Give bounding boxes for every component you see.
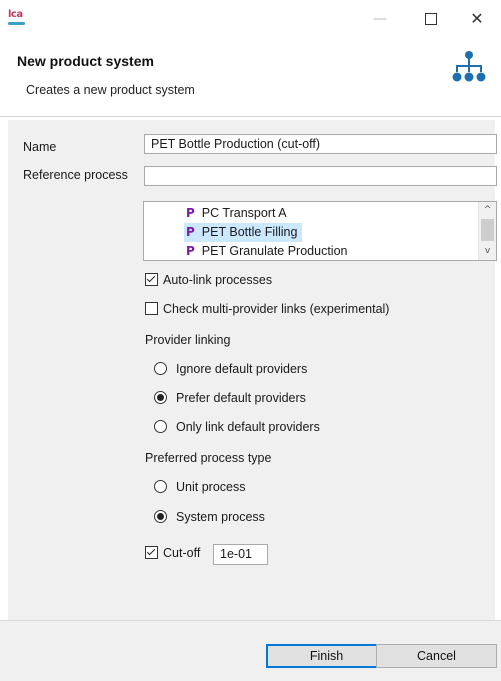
scroll-thumb[interactable]	[481, 219, 494, 241]
minimize-button[interactable]: —	[365, 8, 395, 30]
process-type-heading: Preferred process type	[145, 451, 272, 465]
dialog-title: New product system	[17, 53, 154, 69]
dialog-body: Name PET Bottle Production (cut-off) Ref…	[8, 120, 497, 620]
header-divider	[0, 116, 501, 117]
list-item-label: PET Bottle Filling	[201, 225, 298, 239]
list-scrollbar[interactable]: ^ v	[478, 202, 496, 260]
reference-process-label: Reference process	[23, 168, 128, 182]
list-item[interactable]: P PC Transport A	[184, 204, 292, 223]
radio-ignore-default-providers[interactable]: Ignore default providers	[154, 360, 307, 378]
radio-label: System process	[176, 510, 265, 524]
app-logo-icon: lca	[8, 9, 25, 25]
list-item-label: PC Transport A	[201, 206, 287, 220]
close-button[interactable]: ✕	[462, 8, 492, 30]
radio-on-icon[interactable]	[154, 510, 167, 523]
radio-only-link-default-providers[interactable]: Only link default providers	[154, 418, 320, 436]
list-item-selected[interactable]: P PET Bottle Filling	[184, 223, 303, 242]
list-item-label: PET Granulate Production	[201, 244, 348, 258]
finish-button[interactable]: Finish	[266, 644, 387, 668]
radio-off-icon[interactable]	[154, 362, 167, 375]
radio-system-process[interactable]: System process	[154, 508, 265, 526]
process-icon: P	[186, 225, 195, 239]
radio-label: Only link default providers	[176, 420, 320, 434]
name-input[interactable]: PET Bottle Production (cut-off)	[144, 134, 497, 154]
radio-unit-process[interactable]: Unit process	[154, 478, 245, 496]
radio-label: Prefer default providers	[176, 391, 306, 405]
multi-provider-checkbox[interactable]: Check multi-provider links (experimental…	[145, 300, 389, 318]
name-label: Name	[23, 140, 57, 154]
radio-label: Unit process	[176, 480, 246, 494]
list-item[interactable]: P PET Granulate Production	[184, 242, 352, 260]
dialog-subtitle: Creates a new product system	[26, 83, 195, 97]
checkbox-unchecked-icon[interactable]	[145, 302, 158, 315]
process-icon: P	[186, 206, 195, 220]
radio-label: Ignore default providers	[176, 362, 308, 376]
cancel-button[interactable]: Cancel	[376, 644, 497, 668]
maximize-button[interactable]	[416, 8, 446, 30]
auto-link-checkbox[interactable]: Auto-link processes	[145, 271, 272, 289]
window-titlebar: lca — ✕	[0, 0, 501, 38]
multi-provider-label: Check multi-provider links (experimental…	[163, 302, 390, 316]
checkbox-checked-icon[interactable]	[145, 273, 158, 286]
radio-off-icon[interactable]	[154, 420, 167, 433]
scroll-up-icon[interactable]: ^	[479, 203, 496, 218]
product-system-tree-icon	[452, 51, 486, 82]
scroll-down-icon[interactable]: v	[479, 244, 496, 259]
auto-link-label: Auto-link processes	[163, 273, 273, 287]
process-icon: P	[186, 244, 195, 258]
checkbox-checked-icon[interactable]	[145, 546, 158, 559]
process-list[interactable]: P PC Transport A P PET Bottle Filling P PET…	[143, 201, 497, 261]
cutoff-checkbox[interactable]: Cut-off	[145, 544, 200, 562]
maximize-icon	[425, 13, 437, 25]
dialog-header: New product system Creates a new product…	[0, 38, 501, 116]
dialog-footer: Finish Cancel	[0, 620, 501, 681]
cutoff-label: Cut-off	[163, 546, 201, 560]
radio-off-icon[interactable]	[154, 480, 167, 493]
reference-filter-input[interactable]	[144, 166, 497, 186]
provider-linking-heading: Provider linking	[145, 333, 231, 347]
cutoff-value-input[interactable]: 1e-01	[213, 544, 268, 565]
radio-on-icon[interactable]	[154, 391, 167, 404]
radio-prefer-default-providers[interactable]: Prefer default providers	[154, 389, 306, 407]
